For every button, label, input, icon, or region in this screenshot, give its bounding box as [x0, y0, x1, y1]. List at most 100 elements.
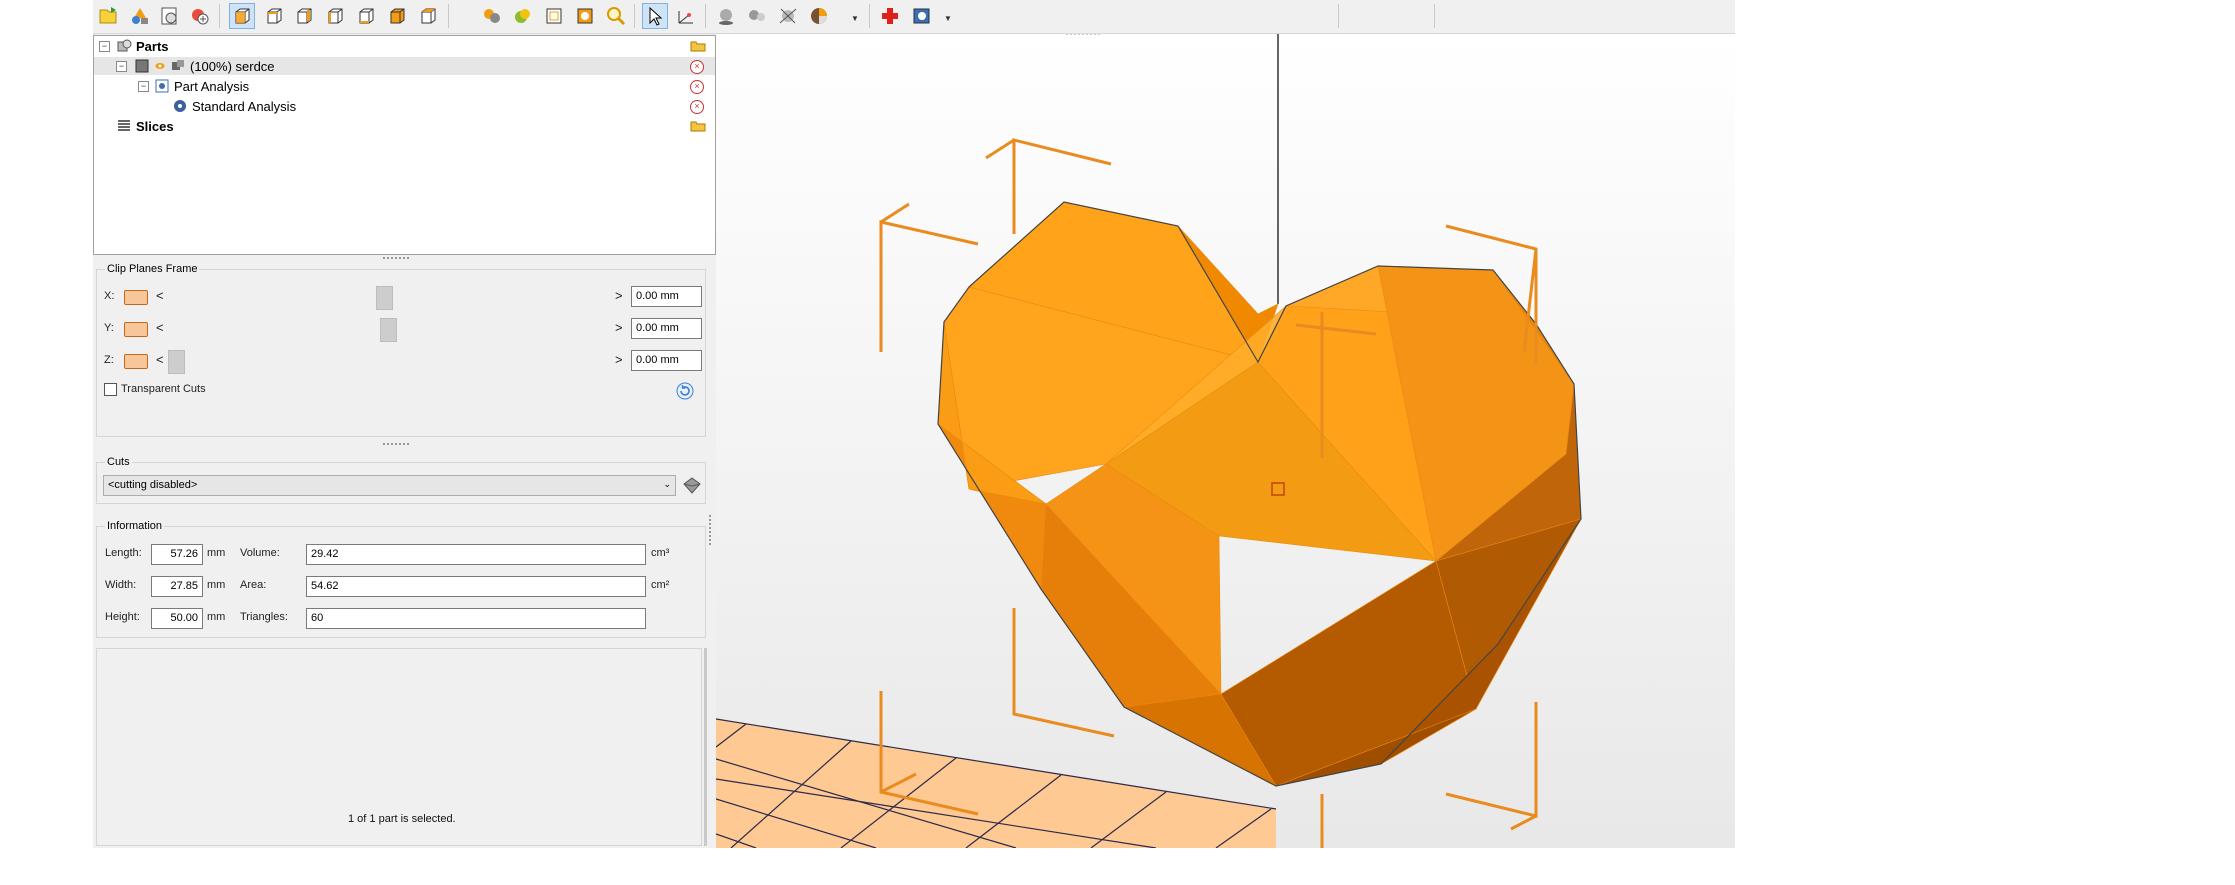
selection-status: 1 of 1 part is selected. — [348, 813, 456, 825]
width-unit: mm — [207, 579, 226, 591]
pie-menu-caret-icon[interactable]: ▼ — [851, 14, 859, 23]
clip-x-slider-thumb[interactable] — [376, 286, 393, 310]
clip-x-decrease[interactable]: < — [156, 288, 164, 303]
report-icon[interactable] — [157, 3, 183, 29]
height-value[interactable]: 50.00 — [151, 608, 203, 629]
cut-settings-icon[interactable] — [681, 474, 703, 496]
zoom-icon[interactable] — [603, 3, 629, 29]
clip-y-decrease[interactable]: < — [156, 320, 164, 335]
remove-standard-analysis-icon[interactable]: × — [690, 100, 704, 114]
tree-splitter[interactable] — [383, 257, 409, 262]
volume-label: Volume: — [240, 547, 280, 559]
volume-value[interactable]: 29.42 — [306, 544, 646, 565]
add-shape-icon[interactable] — [127, 3, 153, 29]
cuts-selected-value: <cutting disabled> — [108, 479, 198, 491]
view-front-icon[interactable] — [261, 3, 287, 29]
clip-y-label: Y: — [104, 322, 114, 334]
tree-item-part-analysis[interactable]: Part Analysis — [154, 77, 249, 95]
color-icon[interactable] — [510, 3, 536, 29]
load-part-icon[interactable] — [95, 3, 121, 29]
clip-x-label: X: — [104, 290, 115, 302]
width-label: Width: — [105, 579, 137, 591]
collapse-part-icon[interactable]: − — [116, 61, 127, 72]
clip-z-slider-thumb[interactable] — [168, 350, 185, 374]
cuts-dropdown[interactable]: <cutting disabled> ⌄ — [103, 475, 676, 496]
length-value[interactable]: 57.26 — [151, 544, 203, 565]
tree-item-parts[interactable]: Parts — [116, 37, 169, 55]
remove-analysis-icon[interactable]: × — [690, 80, 704, 94]
clip-z-decrease[interactable]: < — [156, 352, 164, 367]
remove-part-icon[interactable]: × — [690, 60, 704, 74]
height-unit: mm — [207, 611, 226, 623]
clip-y-value[interactable]: 0.00 mm — [631, 318, 702, 339]
width-value[interactable]: 27.85 — [151, 576, 203, 597]
view-left-icon[interactable] — [322, 3, 348, 29]
clip-x-color-icon[interactable] — [124, 290, 148, 305]
view-bottom-icon[interactable] — [415, 3, 441, 29]
select-icon[interactable] — [642, 3, 668, 29]
pie-menu-icon[interactable] — [806, 3, 832, 29]
clip-x-increase[interactable]: > — [615, 288, 623, 303]
part-visibility-icon[interactable] — [134, 58, 150, 74]
measure-icon[interactable] — [673, 3, 699, 29]
length-unit: mm — [207, 547, 226, 559]
view-default-icon[interactable] — [229, 3, 255, 29]
axes-icon[interactable] — [775, 3, 801, 29]
collapse-parts-icon[interactable]: − — [99, 41, 110, 52]
analysis-tree-icon — [154, 78, 170, 94]
volume-unit: cm³ — [651, 547, 670, 559]
clip-splitter[interactable] — [383, 443, 409, 448]
clip-y-slider-thumb[interactable] — [380, 318, 397, 342]
application-window: ▼ ▼ − Parts − (100%) serdce × − Part Ana… — [93, 0, 1735, 848]
parts-tree: − Parts − (100%) serdce × − Part Analysi… — [93, 35, 716, 255]
panel-scrollbar[interactable] — [704, 648, 707, 846]
show-all-icon[interactable] — [479, 3, 505, 29]
wireframe-icon[interactable] — [541, 3, 567, 29]
transparent-cuts-checkbox[interactable] — [104, 383, 117, 396]
collapse-analysis-icon[interactable]: − — [138, 81, 149, 92]
sphere-icon[interactable] — [713, 3, 739, 29]
transparent-cuts-label: Transparent Cuts — [121, 383, 206, 395]
tree-item-standard-analysis[interactable]: Standard Analysis — [172, 97, 296, 115]
analysis-caret-icon[interactable]: ▼ — [944, 14, 952, 23]
standard-analysis-icon — [172, 98, 188, 114]
clip-z-value[interactable]: 0.00 mm — [631, 350, 702, 371]
add-support-icon[interactable] — [187, 3, 213, 29]
add-red-cross-icon[interactable] — [877, 3, 903, 29]
open-slices-folder-icon[interactable] — [690, 120, 706, 132]
3d-viewport[interactable] — [716, 34, 1735, 848]
main-toolbar: ▼ ▼ — [93, 0, 1735, 34]
part-row-content[interactable]: (100%) serdce — [134, 57, 275, 75]
vertical-splitter[interactable] — [709, 515, 714, 545]
clip-y-color-icon[interactable] — [124, 322, 148, 337]
area-value[interactable]: 54.62 — [306, 576, 646, 597]
eye-icon[interactable] — [154, 58, 166, 74]
view-right-icon[interactable] — [353, 3, 379, 29]
view-back-icon[interactable] — [291, 3, 317, 29]
clip-z-color-icon[interactable] — [124, 354, 148, 369]
spheres-icon[interactable] — [744, 3, 770, 29]
parts-icon — [116, 38, 132, 54]
clip-planes-title: Clip Planes Frame — [105, 263, 200, 275]
area-unit: cm² — [651, 579, 670, 591]
triangles-value[interactable]: 60 — [306, 608, 646, 629]
fit-icon[interactable] — [572, 3, 598, 29]
area-label: Area: — [240, 579, 267, 591]
clip-z-label: Z: — [104, 354, 114, 366]
mesh-icon — [170, 58, 186, 74]
3d-scene[interactable] — [716, 34, 1735, 848]
open-folder-icon[interactable] — [690, 40, 706, 52]
dropdown-arrow-icon: ⌄ — [663, 479, 671, 489]
clip-y-increase[interactable]: > — [615, 320, 623, 335]
reset-clip-icon[interactable] — [676, 382, 694, 400]
height-label: Height: — [105, 611, 140, 623]
information-title: Information — [105, 520, 165, 532]
clip-z-increase[interactable]: > — [615, 352, 623, 367]
view-top-icon[interactable] — [384, 3, 410, 29]
length-label: Length: — [105, 547, 142, 559]
tree-item-slices[interactable]: Slices — [116, 117, 174, 135]
analysis-icon[interactable] — [909, 3, 935, 29]
slices-icon — [116, 118, 132, 134]
clip-x-value[interactable]: 0.00 mm — [631, 286, 702, 307]
cuts-title: Cuts — [105, 456, 132, 468]
